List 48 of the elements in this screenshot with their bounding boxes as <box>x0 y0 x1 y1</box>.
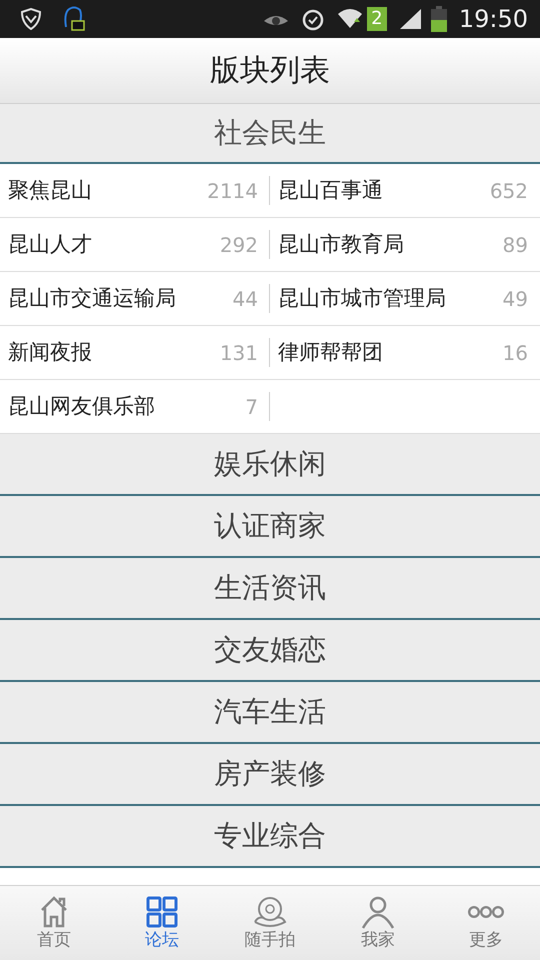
post-count: 44 <box>232 286 259 312</box>
forum-item[interactable]: 昆山百事通 652 <box>270 164 540 218</box>
signal-icon <box>398 8 423 30</box>
post-count: 49 <box>502 286 529 312</box>
post-count: 131 <box>220 340 259 366</box>
section-header[interactable]: 专业综合 <box>0 806 540 868</box>
tab[interactable]: 首页 <box>0 886 108 960</box>
forum-name: 昆山人才 <box>8 230 92 258</box>
more-icon <box>468 906 504 918</box>
post-count: 652 <box>490 178 529 204</box>
tab[interactable]: 更多 <box>432 886 540 960</box>
forum-name: 昆山市教育局 <box>278 230 404 258</box>
forum-item[interactable]: 昆山市城市管理局 49 <box>270 272 540 326</box>
forum-name: 聚焦昆山 <box>8 176 92 204</box>
section-header[interactable]: 社会民生 <box>0 104 540 164</box>
page-title: 版块列表 <box>210 52 330 90</box>
forum-item[interactable]: 聚焦昆山 2114 <box>0 164 270 218</box>
forum-item[interactable]: 律师帮帮团 16 <box>270 326 540 380</box>
grid-icon <box>144 894 180 930</box>
post-count: 89 <box>502 232 529 258</box>
tab[interactable]: 随手拍 <box>216 886 324 960</box>
forum-item[interactable]: 新闻夜报 131 <box>0 326 270 380</box>
forum-name: 律师帮帮团 <box>278 338 383 366</box>
forum-item[interactable]: 昆山人才 292 <box>0 218 270 272</box>
clock-time: 19:50 <box>458 4 528 35</box>
sim-card-icon: 2 <box>366 7 387 31</box>
section-header[interactable]: 房产装修 <box>0 744 540 806</box>
section-header[interactable]: 娱乐休闲 <box>0 434 540 496</box>
forum-name: 昆山网友俱乐部 <box>8 392 155 420</box>
forum-name: 昆山市城市管理局 <box>278 284 446 312</box>
forum-name: 新闻夜报 <box>8 338 92 366</box>
post-count: 7 <box>245 394 259 420</box>
tab[interactable]: 论坛 <box>108 886 216 960</box>
forum-name: 昆山市交通运输局 <box>8 284 176 312</box>
battery-icon <box>430 6 447 32</box>
section-header[interactable]: 生活资讯 <box>0 558 540 620</box>
section-header[interactable]: 交友婚恋 <box>0 620 540 682</box>
forum-name: 昆山百事通 <box>278 176 383 204</box>
post-count: 2114 <box>207 178 259 204</box>
tab[interactable]: 我家 <box>324 886 432 960</box>
forum-item[interactable]: 昆山市教育局 89 <box>270 218 540 272</box>
forum-item[interactable]: 昆山市交通运输局 44 <box>0 272 270 326</box>
person-icon <box>360 894 396 930</box>
section-header[interactable]: 汽车生活 <box>0 682 540 744</box>
shield-icon <box>20 8 42 30</box>
section-header[interactable]: 认证商家 <box>0 496 540 558</box>
post-count: 16 <box>502 340 529 366</box>
post-count: 292 <box>220 232 259 258</box>
